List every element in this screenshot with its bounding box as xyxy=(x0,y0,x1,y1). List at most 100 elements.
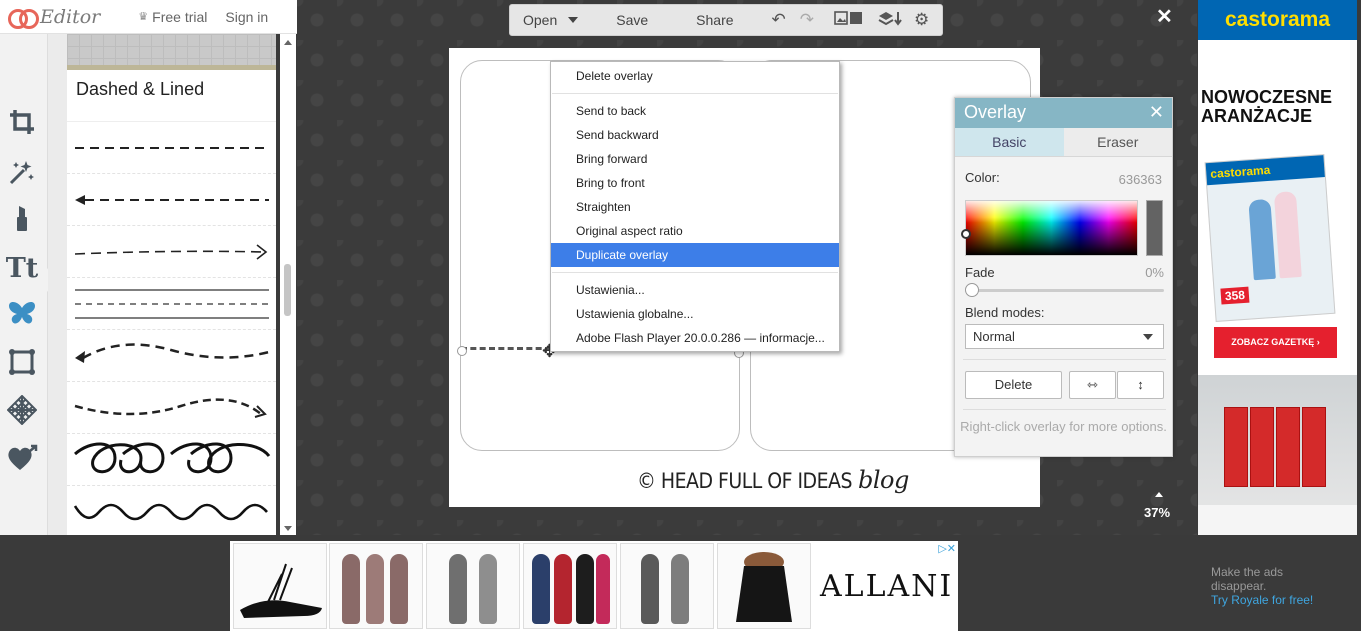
flip-horizontal-button[interactable]: ⇿ xyxy=(1069,371,1116,399)
ctx-straighten[interactable]: Straighten xyxy=(551,195,839,219)
scroll-down-arrow-icon[interactable] xyxy=(284,526,292,531)
zoom-up-icon[interactable] xyxy=(1155,492,1163,497)
ad-product-dress[interactable] xyxy=(329,543,423,629)
overlays-butterfly-icon[interactable] xyxy=(6,298,38,330)
save-button[interactable]: Save xyxy=(616,12,648,28)
context-menu: Delete overlay Send to back Send backwar… xyxy=(550,61,840,352)
ad-price-tag: 358 xyxy=(1220,286,1250,305)
ad-brand-logo[interactable]: castorama xyxy=(1198,0,1357,40)
ad-magazine-image[interactable]: castorama 358 xyxy=(1204,154,1336,322)
ctx-bring-forward[interactable]: Bring forward xyxy=(551,147,839,171)
fade-value: 0% xyxy=(1145,265,1164,280)
bottom-advertisement[interactable]: ALLANI ▷✕ xyxy=(230,541,958,631)
tab-eraser[interactable]: Eraser xyxy=(1063,128,1172,156)
ctx-duplicate-overlay[interactable]: Duplicate overlay xyxy=(551,243,839,267)
ad-person-figure xyxy=(1273,191,1302,279)
ctx-flash-about[interactable]: Adobe Flash Player 20.0.0.286 — informac… xyxy=(551,326,839,350)
chevron-down-icon[interactable] xyxy=(568,17,579,23)
try-royale-link[interactable]: Try Royale for free! xyxy=(1211,593,1313,607)
ctx-original-aspect-ratio[interactable]: Original aspect ratio xyxy=(551,219,839,243)
line-overlay-item[interactable] xyxy=(67,330,276,382)
sign-in-link[interactable]: Sign in xyxy=(225,9,268,25)
textures-icon[interactable] xyxy=(6,394,38,426)
delete-overlay-button[interactable]: Delete xyxy=(965,371,1062,399)
flip-vertical-button[interactable]: ↕ xyxy=(1117,371,1164,399)
ad-product-figure xyxy=(366,554,384,624)
ad-cabinet xyxy=(1302,407,1326,487)
text-icon[interactable]: Tt xyxy=(6,252,39,284)
ad-product-jackets[interactable] xyxy=(523,543,617,629)
ad-product-shoe[interactable] xyxy=(233,543,327,629)
color-spectrum-picker[interactable] xyxy=(961,200,1138,256)
blend-mode-value: Normal xyxy=(973,329,1015,344)
ad-product-knit-dress[interactable] xyxy=(426,543,520,629)
overlay-panel-header[interactable]: Overlay ✕ xyxy=(955,98,1172,128)
ad-product-models[interactable] xyxy=(620,543,714,629)
blend-mode-select[interactable]: Normal xyxy=(965,324,1164,349)
royale-upsell: Make the ads disappear. Try Royale for f… xyxy=(1211,565,1313,607)
line-overlay-item[interactable] xyxy=(67,226,276,278)
ad-product-figure xyxy=(641,554,659,624)
watermark-blog: blog xyxy=(857,466,909,494)
ad-choices-icon[interactable]: ▷✕ xyxy=(938,542,956,555)
chevron-down-icon xyxy=(1143,334,1153,340)
scroll-thumb[interactable] xyxy=(284,264,291,316)
ad-product-leather-jacket[interactable] xyxy=(717,543,811,629)
color-row: Color: 636363 xyxy=(965,170,1164,187)
overlay-panel: Overlay ✕ Basic Eraser Color: 636363 Fad… xyxy=(954,97,1173,457)
section-title: Dashed & Lined xyxy=(67,70,276,122)
ctx-send-backward[interactable]: Send backward xyxy=(551,123,839,147)
crop-icon[interactable] xyxy=(6,106,38,138)
ad-headline[interactable]: NOWOCZESNE ARANŻACJE xyxy=(1198,40,1357,126)
gear-icon[interactable]: ⚙ xyxy=(914,10,929,30)
selected-line-overlay[interactable] xyxy=(461,347,551,353)
line-overlay-item[interactable] xyxy=(67,174,276,226)
ctx-send-to-back[interactable]: Send to back xyxy=(551,99,839,123)
color-hex-value[interactable]: 636363 xyxy=(1119,172,1162,187)
close-editor-icon[interactable]: ✕ xyxy=(1156,4,1173,29)
ad-cabinet xyxy=(1224,407,1248,487)
free-trial-link[interactable]: Free trial xyxy=(152,9,207,25)
ad-floor xyxy=(1198,505,1357,535)
layers-icon[interactable] xyxy=(878,10,902,31)
line-overlay-item[interactable] xyxy=(67,434,276,486)
line-overlay-item[interactable] xyxy=(67,486,276,535)
ctx-delete-overlay[interactable]: Delete overlay xyxy=(551,64,839,88)
zoom-level[interactable]: 37% xyxy=(1144,505,1170,520)
ad-brand-name[interactable]: ALLANI xyxy=(820,569,953,604)
editor-menubar: Open Save Share ↶ ↷ ⚙ xyxy=(509,4,943,36)
picmonkey-logo-icon[interactable] xyxy=(8,7,39,29)
effects-wand-icon[interactable] xyxy=(6,156,38,188)
scroll-up-arrow-icon[interactable] xyxy=(284,40,292,45)
share-button[interactable]: Share xyxy=(696,12,733,28)
color-picker-handle[interactable] xyxy=(961,229,971,239)
ad-product-figure xyxy=(390,554,408,624)
ad-cabinet xyxy=(1276,407,1300,487)
overlay-rotate-handle[interactable] xyxy=(457,346,467,356)
royale-line-1: Make the ads xyxy=(1211,565,1284,579)
tab-basic[interactable]: Basic xyxy=(955,128,1064,156)
line-overlay-item[interactable] xyxy=(67,122,276,174)
line-overlay-item[interactable] xyxy=(67,278,276,330)
close-icon[interactable]: ✕ xyxy=(1149,102,1164,123)
compare-images-icon[interactable] xyxy=(834,10,864,31)
ad-bathroom-photo[interactable] xyxy=(1198,375,1357,535)
ad-cta-button[interactable]: ZOBACZ GAZETKĘ › xyxy=(1214,327,1337,358)
ctx-bring-to-front[interactable]: Bring to front xyxy=(551,171,839,195)
touch-up-lipstick-icon[interactable] xyxy=(6,202,38,234)
fade-slider-track[interactable] xyxy=(967,289,1164,292)
current-color-swatch xyxy=(1146,200,1163,256)
themes-heart-icon[interactable] xyxy=(6,442,38,474)
fade-slider-knob[interactable] xyxy=(965,283,979,297)
ctx-flash-global-settings[interactable]: Ustawienia globalne... xyxy=(551,302,839,326)
redo-icon[interactable]: ↷ xyxy=(800,10,814,30)
ctx-flash-settings[interactable]: Ustawienia... xyxy=(551,278,839,302)
open-menu[interactable]: Open xyxy=(523,12,557,28)
frames-icon[interactable] xyxy=(6,346,38,378)
undo-icon[interactable]: ↶ xyxy=(772,10,786,30)
right-advertisement[interactable]: castorama NOWOCZESNE ARANŻACJE castorama… xyxy=(1198,0,1357,535)
panel-scrollbar[interactable] xyxy=(280,34,296,535)
line-overlay-item[interactable] xyxy=(67,382,276,434)
flip-horizontal-icon: ⇿ xyxy=(1087,377,1098,392)
previous-category-thumbnail[interactable] xyxy=(67,34,276,70)
